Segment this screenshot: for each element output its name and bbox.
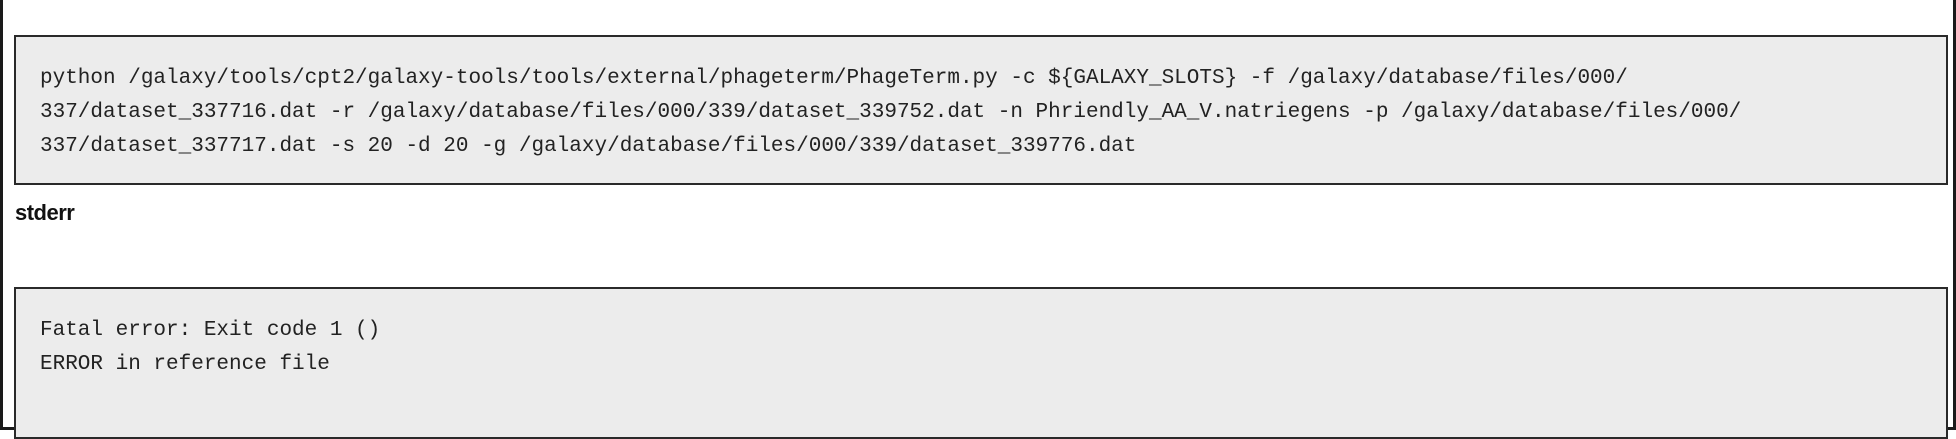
command-line-2: 337/dataset_337716.dat -r /galaxy/databa… [40, 101, 1742, 124]
stderr-heading: stderr [15, 200, 75, 225]
job-details-panel: python /galaxy/tools/cpt2/galaxy-tools/t… [0, 0, 1956, 439]
stderr-line-2: ERROR in reference file [40, 353, 330, 376]
command-line-1: python /galaxy/tools/cpt2/galaxy-tools/t… [40, 67, 1628, 90]
command-line-block: python /galaxy/tools/cpt2/galaxy-tools/t… [14, 35, 1948, 185]
stderr-line-1: Fatal error: Exit code 1 () [40, 319, 381, 342]
command-line-3: 337/dataset_337717.dat -s 20 -d 20 -g /g… [40, 135, 1137, 158]
stderr-output-block: Fatal error: Exit code 1 () ERROR in refe… [14, 287, 1948, 439]
